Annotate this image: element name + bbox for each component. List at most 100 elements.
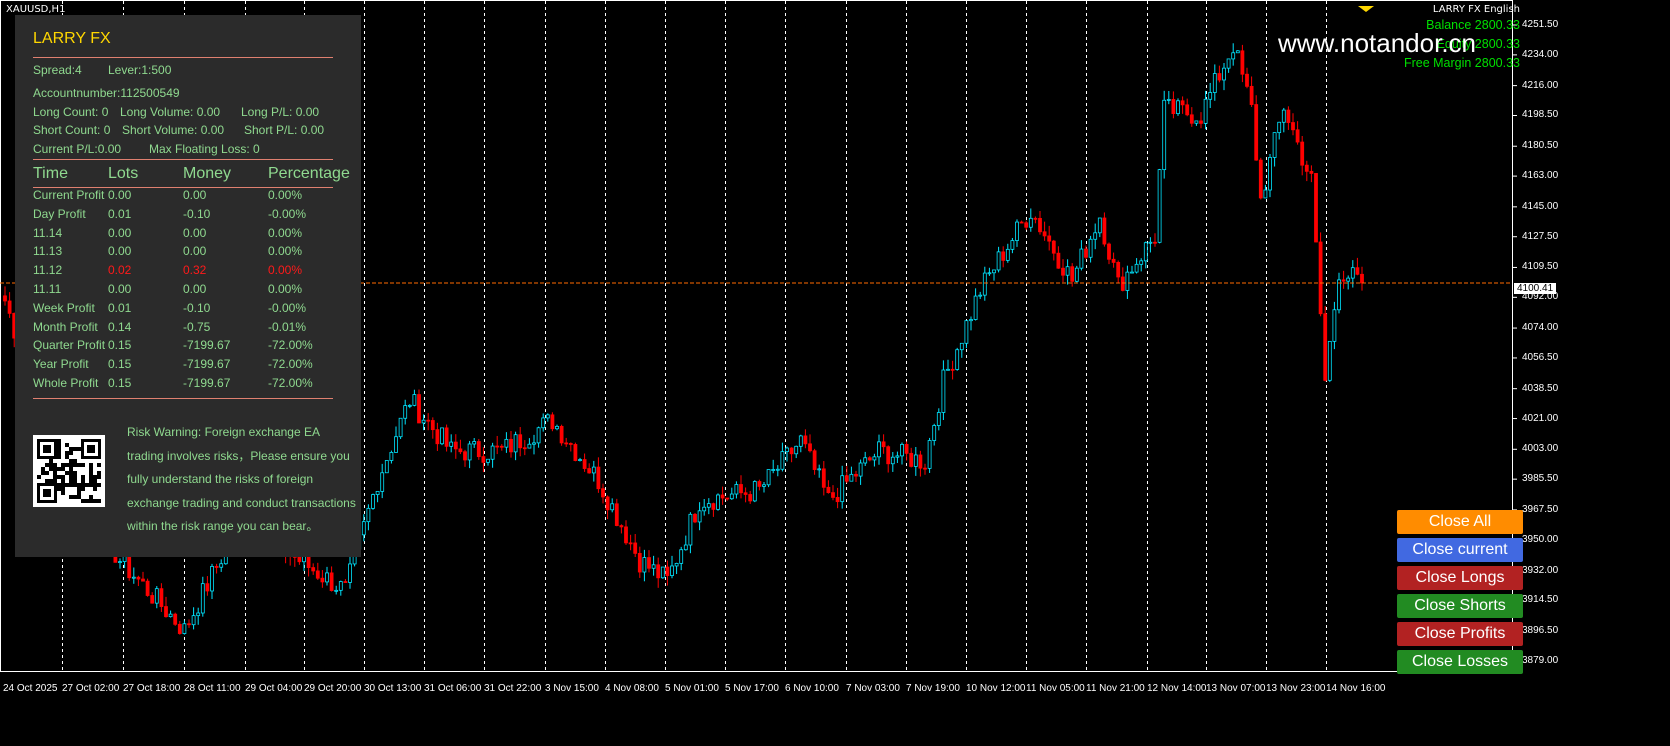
candle-body — [1134, 263, 1139, 273]
time-axis-label: 29 Oct 20:00 — [304, 683, 362, 694]
close-shorts-button[interactable]: Close Shorts — [1397, 594, 1523, 618]
candle-body — [219, 563, 224, 568]
account-number: Accountnumber:112500549 — [33, 86, 180, 100]
candle-body — [1268, 157, 1272, 191]
candle-body — [550, 414, 555, 430]
candle-body — [145, 580, 150, 596]
candle-body — [154, 588, 159, 604]
candle-body — [1245, 73, 1249, 87]
candle-body — [1153, 241, 1157, 244]
candle-body — [964, 320, 969, 344]
candle-body — [647, 557, 651, 569]
candle-body — [490, 445, 495, 460]
candle-body — [532, 442, 536, 445]
row-money: 0.00 — [183, 225, 207, 240]
current-pl: Current P/L:0.00 — [33, 142, 122, 156]
time-axis-label: 11 Nov 21:00 — [1086, 683, 1145, 694]
candle-body — [1300, 141, 1305, 166]
candle-body — [398, 417, 403, 438]
close-profits-button[interactable]: Close Profits — [1397, 622, 1523, 646]
col-header-money: Money — [183, 165, 232, 182]
time-axis-label: 7 Nov 19:00 — [906, 683, 960, 694]
symbol-label: XAUUSD,H1 — [6, 4, 66, 15]
candle-body — [785, 447, 789, 452]
divider — [33, 159, 333, 160]
price-axis-label: 4038.50 — [1522, 382, 1559, 394]
candle-body — [803, 435, 808, 445]
candle-body — [205, 583, 210, 592]
close-longs-button[interactable]: Close Longs — [1397, 566, 1523, 590]
time-axis-label: 31 Oct 22:00 — [484, 683, 542, 694]
close-all-button[interactable]: Close All — [1397, 510, 1523, 534]
row-time: Year Profit — [33, 357, 89, 372]
candle-body — [375, 490, 380, 495]
short-count: Short Count: 0 — [33, 123, 111, 137]
table-row: 11.12 0.02 0.32 0.00% — [33, 263, 353, 281]
candle-body — [978, 294, 983, 297]
ea-brand-label: LARRY FX English — [1432, 4, 1520, 15]
time-axis-label: 5 Nov 17:00 — [725, 683, 779, 694]
candle-body — [665, 566, 670, 576]
candle-body — [1111, 258, 1116, 263]
table-row: 11.14 0.00 0.00 0.00% — [33, 226, 353, 244]
candle-body — [1222, 67, 1226, 81]
row-money: -7199.67 — [183, 376, 231, 390]
candle-body — [1162, 99, 1167, 171]
row-percentage: 0.00% — [268, 188, 303, 202]
price-axis-label: 4127.50 — [1522, 230, 1559, 242]
candle-body — [1355, 267, 1360, 275]
candle-body — [564, 442, 569, 445]
time-axis-label: 31 Oct 06:00 — [424, 683, 482, 694]
short-volume: Short Volume: 0.00 — [122, 123, 225, 137]
candle-body — [716, 494, 720, 510]
price-axis-label: 4145.00 — [1522, 200, 1559, 212]
candle-body — [1056, 252, 1061, 269]
row-money: -7199.67 — [183, 357, 231, 372]
current-price-label: 4100.41 — [1514, 283, 1557, 294]
candle-body — [1033, 217, 1038, 220]
candle-body — [683, 544, 688, 551]
candle-body — [453, 441, 458, 450]
row-lots: 0.00 — [108, 188, 132, 202]
candle-body — [831, 492, 835, 498]
lever: Lever:1:500 — [108, 63, 172, 77]
close-losses-button[interactable]: Close Losses — [1397, 650, 1523, 674]
candle-body — [697, 510, 702, 523]
candle-body — [1350, 267, 1355, 279]
price-axis-label: 3932.00 — [1522, 564, 1559, 576]
candle-body — [513, 434, 518, 453]
candle-body — [1346, 277, 1351, 282]
row-money: -0.10 — [183, 206, 211, 221]
candle-body — [403, 405, 408, 419]
candle-body — [361, 521, 366, 536]
candle-body — [877, 441, 881, 458]
table-row: Day Profit 0.01 -0.10 -0.00% — [33, 207, 353, 225]
candle-body — [476, 441, 481, 458]
row-lots: 0.02 — [108, 263, 132, 278]
row-percentage: 0.00% — [268, 263, 303, 278]
price-axis-label: 3879.00 — [1522, 655, 1559, 666]
candle-body — [909, 452, 914, 467]
table-row: Month Profit 0.14 -0.75 -0.01% — [33, 320, 353, 338]
long-count: Long Count: 0 — [33, 105, 109, 119]
candle-body — [702, 506, 707, 512]
candle-body — [150, 595, 155, 604]
candle-body — [467, 443, 472, 461]
candle-body — [725, 497, 730, 500]
candle-body — [578, 459, 582, 461]
shift-marker-icon[interactable] — [1358, 6, 1374, 12]
candle-body — [720, 494, 725, 499]
candle-body — [1295, 129, 1300, 143]
price-axis-label: 3967.50 — [1522, 503, 1559, 515]
candle-body — [946, 368, 950, 371]
candle-body — [771, 469, 776, 471]
candle-body — [1074, 267, 1079, 282]
candle-body — [1323, 313, 1328, 381]
candle-body — [798, 435, 803, 447]
candle-body — [1130, 271, 1134, 274]
row-money: 0.00 — [183, 282, 207, 296]
time-axis-label: 3 Nov 15:00 — [545, 683, 599, 694]
close-current-button[interactable]: Close current — [1397, 538, 1523, 562]
candle-body — [729, 493, 734, 500]
candle-body — [210, 566, 214, 592]
